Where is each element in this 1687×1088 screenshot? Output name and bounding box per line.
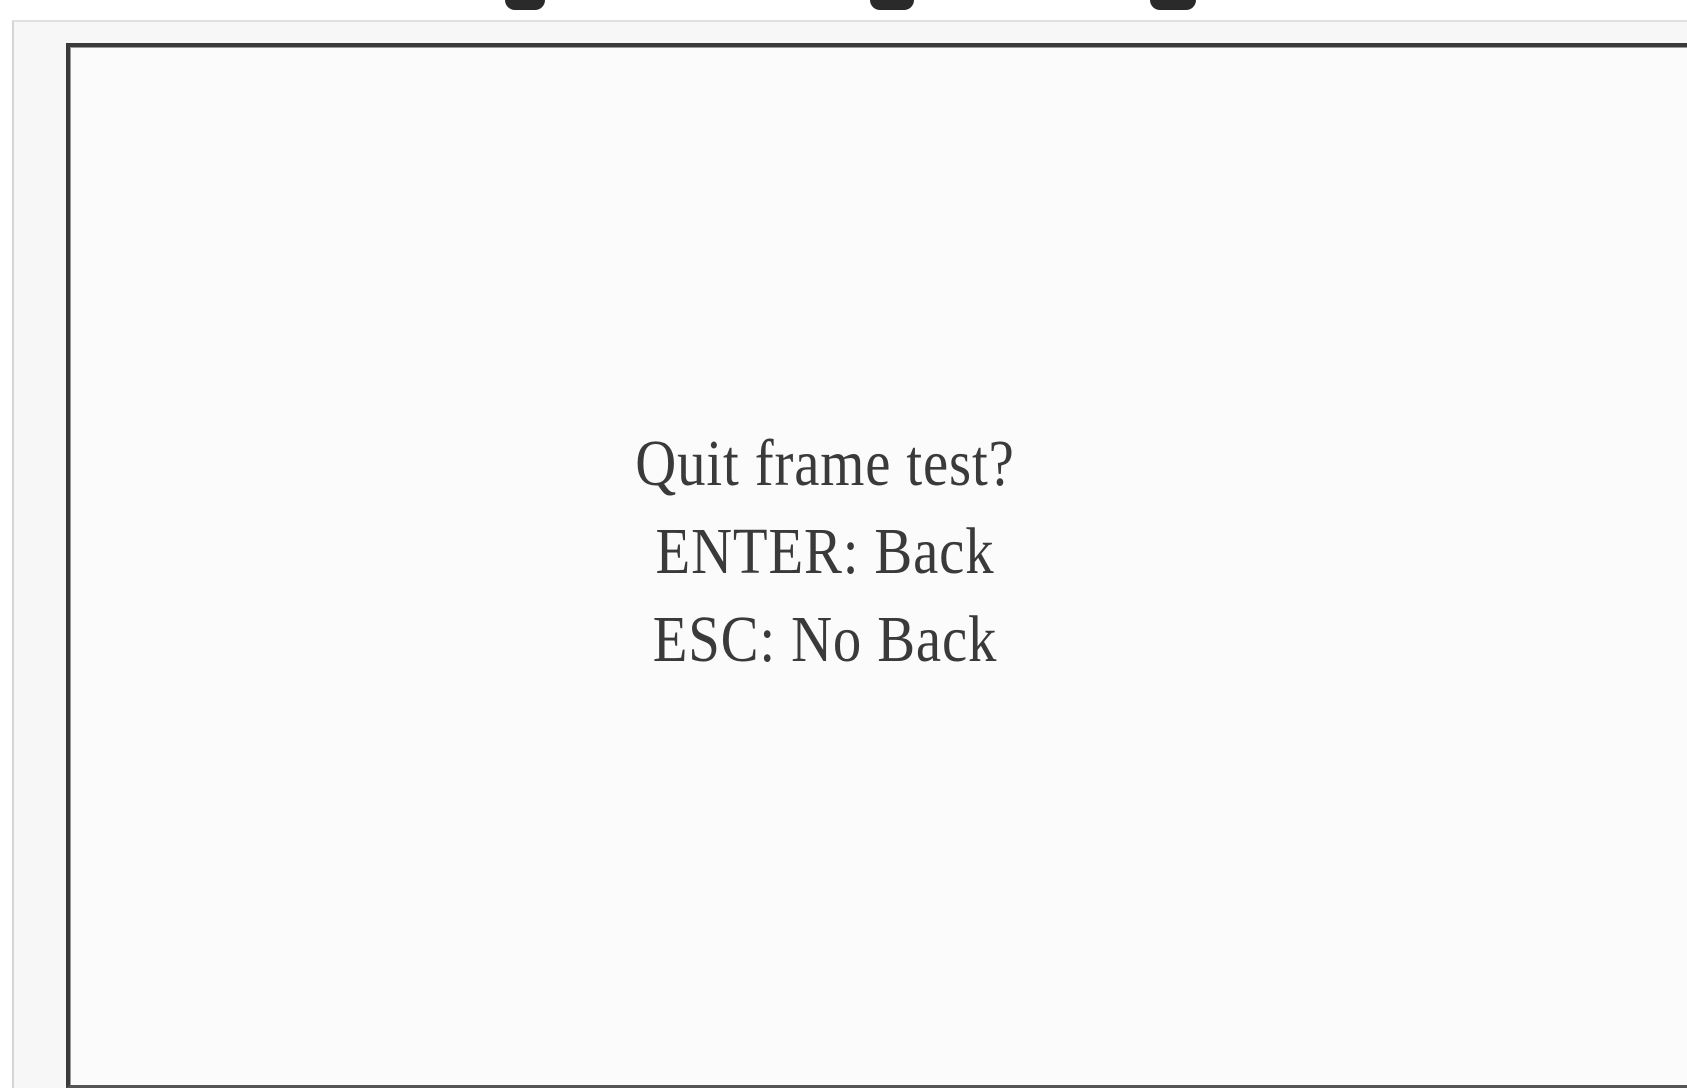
cropped-caption-glyph xyxy=(505,0,545,10)
esc-no-back-option[interactable]: ESC: No Back xyxy=(580,596,1070,684)
quit-prompt-text: Quit frame test? xyxy=(635,427,1015,500)
cropped-caption-glyph xyxy=(870,0,914,10)
screenshot-photo: Quit frame test? ENTER: Back ESC: No Bac… xyxy=(0,0,1687,1088)
cropped-caption-glyph xyxy=(1150,0,1196,10)
enter-back-option[interactable]: ENTER: Back xyxy=(580,508,1070,596)
cropped-caption-strip xyxy=(0,0,1687,20)
quit-confirmation-dialog: Quit frame test? ENTER: Back ESC: No Bac… xyxy=(580,420,1070,684)
